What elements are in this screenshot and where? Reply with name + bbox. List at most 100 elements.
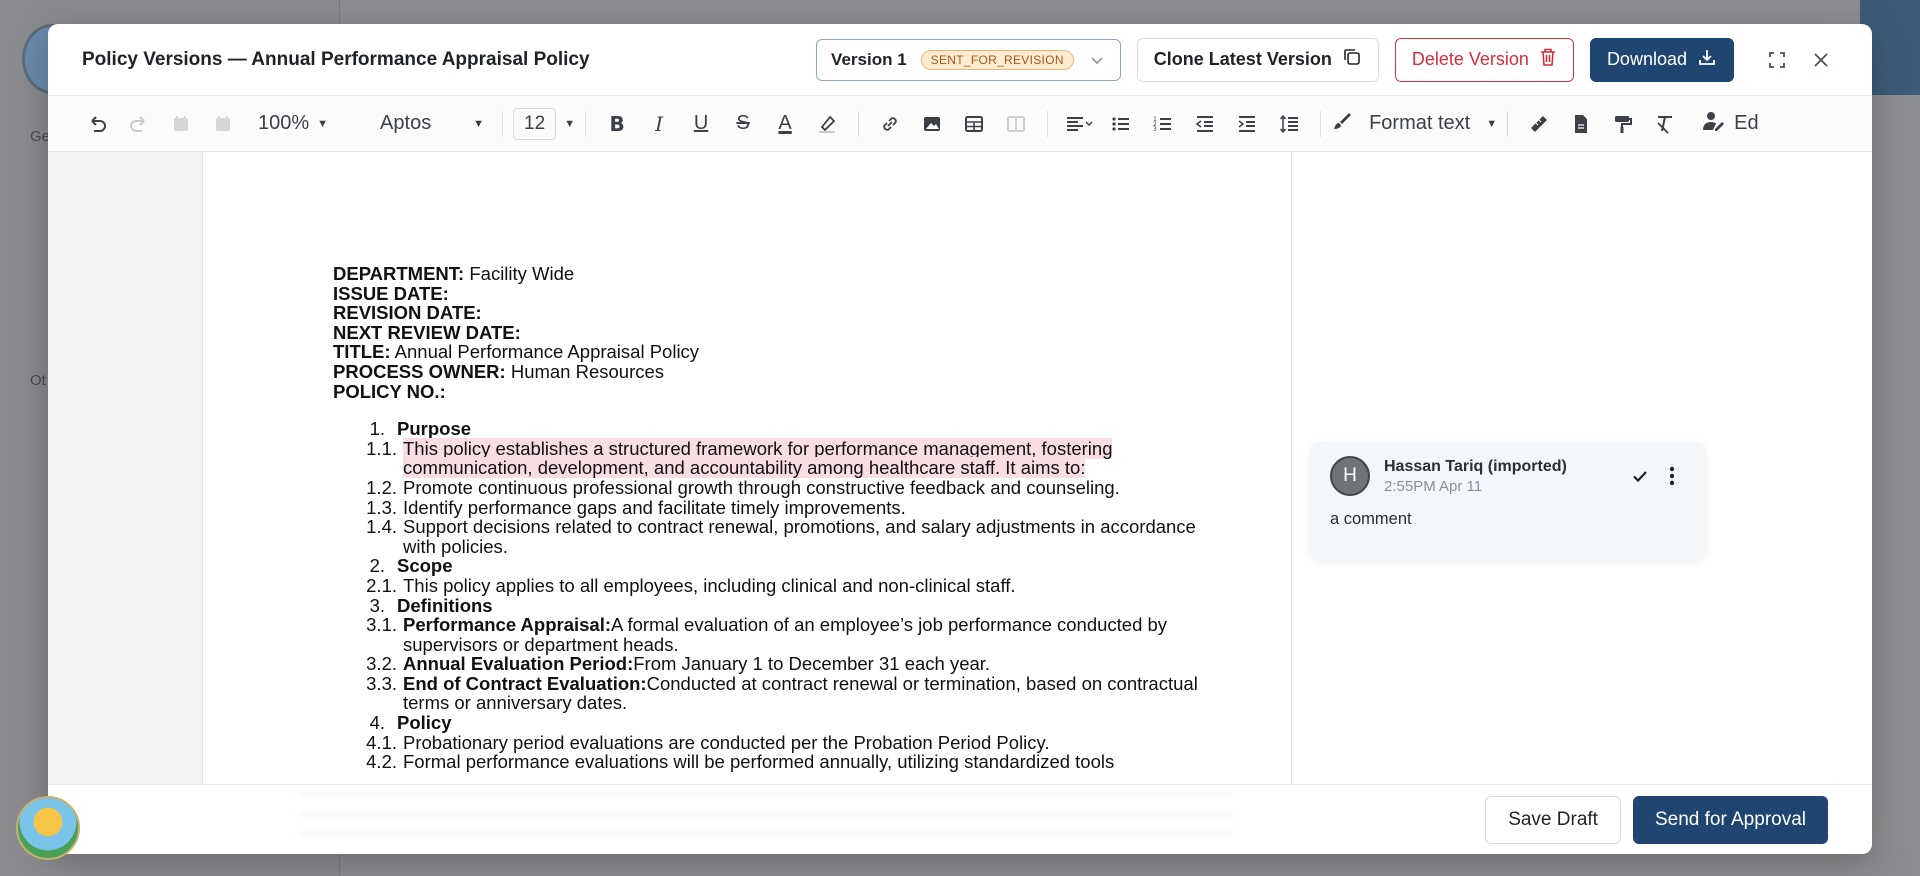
list-item: 4.1. Probationary period evaluations are … bbox=[366, 731, 1050, 753]
download-icon bbox=[1697, 47, 1717, 72]
download-button[interactable]: Download bbox=[1589, 37, 1734, 82]
user-edit-icon bbox=[1702, 110, 1726, 138]
chevron-down-icon bbox=[1088, 51, 1106, 69]
italic-icon[interactable]: I bbox=[642, 106, 676, 142]
document-content[interactable]: DEPARTMENT: Facility Wide ISSUE DATE: RE… bbox=[333, 264, 1213, 772]
toolbar-divider bbox=[1320, 110, 1322, 137]
modal-footer: Save Draft Send for Approval bbox=[48, 784, 1872, 854]
toolbar-divider bbox=[585, 110, 587, 137]
ruler-icon[interactable] bbox=[1522, 106, 1556, 142]
document-area: DEPARTMENT: Facility Wide ISSUE DATE: RE… bbox=[48, 152, 1292, 784]
policy-sections: 1. Purpose 1.1. This policy establishes a … bbox=[333, 419, 1213, 772]
clear-formatting-icon[interactable] bbox=[1648, 106, 1682, 142]
sidebar-group-label: Ge bbox=[30, 128, 51, 145]
clone-button-label: Clone Latest Version bbox=[1153, 49, 1332, 69]
meta-line: NEXT REVIEW DATE: bbox=[333, 321, 521, 343]
outdent-icon[interactable] bbox=[1188, 106, 1222, 142]
status-badge: SENT_FOR_REVISION bbox=[920, 49, 1074, 70]
numbered-list-icon[interactable]: 123 bbox=[1146, 106, 1180, 142]
comment-meta: Hassan Tariq (imported) 2:55PM Apr 11 bbox=[1384, 458, 1622, 495]
zoom-select[interactable]: 100% ▼ bbox=[258, 112, 328, 135]
paint-roller-icon[interactable] bbox=[1606, 106, 1640, 142]
comment-card[interactable]: H Hassan Tariq (imported) 2:55PM Apr 11 … bbox=[1310, 442, 1706, 560]
font-select[interactable]: Aptos ▼ bbox=[380, 112, 484, 135]
version-label: Version 1 bbox=[831, 49, 907, 69]
table-icon[interactable] bbox=[957, 106, 991, 142]
bullet-list-icon[interactable] bbox=[1104, 106, 1138, 142]
modal-body: DEPARTMENT: Facility Wide ISSUE DATE: RE… bbox=[48, 152, 1872, 784]
save-draft-button[interactable]: Save Draft bbox=[1485, 795, 1621, 844]
comment-header: H Hassan Tariq (imported) 2:55PM Apr 11 bbox=[1330, 456, 1686, 496]
document-page[interactable]: DEPARTMENT: Facility Wide ISSUE DATE: RE… bbox=[202, 152, 1292, 784]
table-columns-icon[interactable] bbox=[999, 106, 1033, 142]
highlighter-icon[interactable] bbox=[810, 106, 844, 142]
modal-title: Policy Versions — Annual Performance App… bbox=[82, 48, 590, 70]
font-value: Aptos bbox=[380, 112, 432, 134]
meta-line: POLICY NO.: bbox=[333, 380, 446, 402]
list-item: 1.3. Identify performance gaps and facili… bbox=[366, 496, 906, 518]
resolve-check-icon[interactable] bbox=[1626, 462, 1654, 490]
calendar-check-icon[interactable] bbox=[164, 106, 198, 142]
format-text-label: Format text bbox=[1369, 112, 1471, 134]
list-item: 3.2. Annual Evaluation Period:From Januar… bbox=[366, 653, 991, 675]
editing-mode-button[interactable]: Ed bbox=[1702, 110, 1759, 138]
brush-icon bbox=[1331, 110, 1353, 138]
version-select[interactable]: Version 1 SENT_FOR_REVISION bbox=[816, 38, 1121, 81]
comment-timestamp: 2:55PM Apr 11 bbox=[1384, 477, 1483, 495]
line-spacing-icon[interactable] bbox=[1272, 106, 1306, 142]
image-icon[interactable] bbox=[915, 106, 949, 142]
meta-line: REVISION DATE: bbox=[333, 302, 482, 324]
section-heading: 4. Policy bbox=[369, 712, 452, 734]
meta-line: DEPARTMENT: Facility Wide bbox=[333, 263, 575, 284]
strikethrough-icon[interactable]: S bbox=[726, 106, 760, 142]
calendar-icon[interactable] bbox=[206, 106, 240, 142]
caret-down-icon: ▼ bbox=[317, 117, 329, 130]
align-icon[interactable] bbox=[1062, 106, 1096, 142]
meta-line: PROCESS OWNER: Human Resources bbox=[333, 360, 665, 382]
clone-latest-version-button[interactable]: Clone Latest Version bbox=[1136, 37, 1379, 82]
meta-line: TITLE: Annual Performance Appraisal Poli… bbox=[333, 341, 700, 363]
commented-text-highlight[interactable]: This policy establishes a structured fra… bbox=[403, 437, 1113, 479]
link-icon[interactable] bbox=[873, 106, 907, 142]
document-meta: DEPARTMENT: Facility Wide ISSUE DATE: RE… bbox=[333, 264, 1213, 401]
zoom-value: 100% bbox=[258, 112, 310, 134]
copy-icon bbox=[1342, 47, 1362, 72]
editing-mode-label: Ed bbox=[1734, 112, 1759, 134]
assistant-avatar[interactable] bbox=[16, 796, 80, 860]
comments-pane: H Hassan Tariq (imported) 2:55PM Apr 11 … bbox=[1292, 152, 1872, 784]
font-size-value: 12 bbox=[513, 107, 557, 140]
list-item: 3.1. Performance Appraisal:A formal evalu… bbox=[366, 614, 1168, 655]
indent-icon[interactable] bbox=[1230, 106, 1264, 142]
font-size-select[interactable]: 12 ▼ bbox=[513, 107, 575, 140]
format-text-select[interactable]: Format text ▼ bbox=[1331, 110, 1497, 138]
toolbar-divider bbox=[1507, 110, 1509, 137]
toolbar-divider bbox=[1047, 110, 1049, 137]
sidebar-group-label: Ot bbox=[30, 372, 46, 389]
delete-button-label: Delete Version bbox=[1411, 49, 1529, 69]
underline-icon[interactable]: U bbox=[684, 106, 718, 142]
list-item: 1.2. Promote continuous professional grow… bbox=[366, 476, 1120, 498]
list-item: 3.3. End of Contract Evaluation:Conducted… bbox=[366, 672, 1198, 714]
close-icon[interactable] bbox=[1804, 43, 1838, 77]
download-button-label: Download bbox=[1606, 49, 1687, 69]
list-item: 2.1. This policy applies to all employees… bbox=[366, 574, 1016, 596]
comment-author: Hassan Tariq (imported) bbox=[1384, 457, 1567, 475]
list-item: 1.1. This policy establishes a structured… bbox=[366, 437, 1113, 479]
document-icon[interactable] bbox=[1564, 106, 1598, 142]
send-for-approval-button[interactable]: Send for Approval bbox=[1632, 795, 1828, 844]
fullscreen-icon[interactable] bbox=[1760, 43, 1794, 77]
caret-down-icon: ▼ bbox=[473, 117, 485, 130]
text-color-icon[interactable]: A bbox=[768, 106, 802, 142]
list-item: 4.2. Formal performance evaluations will … bbox=[366, 751, 1115, 773]
more-options-icon[interactable] bbox=[1658, 462, 1686, 490]
bold-icon[interactable]: B bbox=[600, 106, 634, 142]
redo-icon[interactable] bbox=[122, 106, 156, 142]
section-heading: 1. Purpose bbox=[369, 418, 472, 440]
delete-version-button[interactable]: Delete Version bbox=[1394, 37, 1574, 82]
caret-down-icon: ▼ bbox=[1486, 117, 1498, 130]
undo-icon[interactable] bbox=[80, 106, 114, 142]
list-item: 1.4. Support decisions related to contrac… bbox=[366, 516, 1196, 557]
comment-text: a comment bbox=[1330, 510, 1412, 528]
section-heading: 2. Scope bbox=[369, 555, 453, 577]
